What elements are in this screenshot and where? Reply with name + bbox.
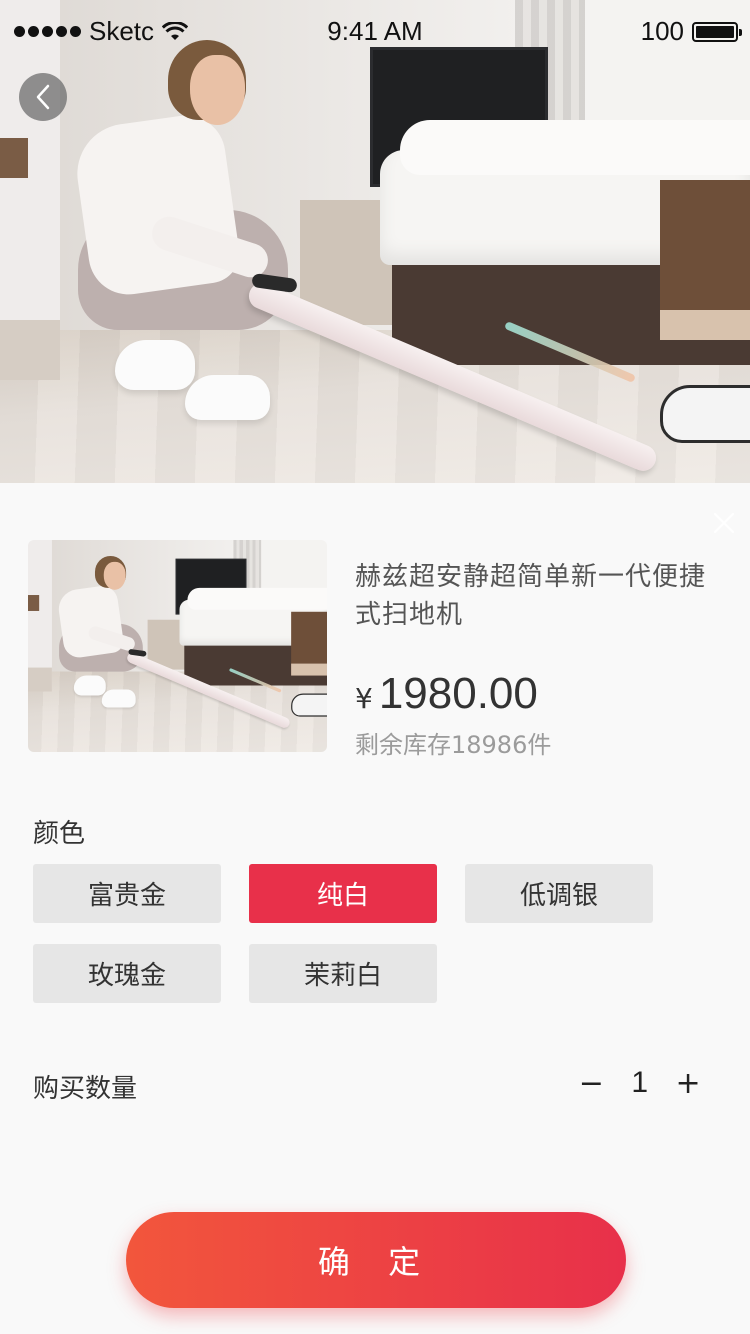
chevron-left-icon [36,84,50,110]
status-time: 9:41 AM [327,16,423,46]
color-option-jasmine-white[interactable]: 茉莉白 [249,944,437,1003]
color-option-pure-white[interactable]: 纯白 [249,864,437,923]
close-button[interactable] [712,511,736,535]
battery-percent: 100 [640,16,684,46]
stock-remaining: 剩余库存18986件 [355,731,552,759]
product-thumbnail [28,540,327,752]
increase-quantity-button[interactable]: + [675,1066,700,1101]
color-section-label: 颜色 [33,819,86,849]
currency-symbol: ¥ [355,682,373,715]
status-bar: Sketc 9:41 AM 100 [0,0,750,60]
color-option-rose-gold[interactable]: 玫瑰金 [33,944,221,1003]
close-icon [714,513,734,533]
sku-selector-sheet: 赫兹超安静超简单新一代便捷式扫地机 ¥ 1980.00 剩余库存18986件 颜… [0,483,750,1334]
color-option-rich-gold[interactable]: 富贵金 [33,864,221,923]
decrease-quantity-button[interactable]: − [579,1066,604,1101]
product-price: ¥ 1980.00 [355,669,538,719]
quantity-stepper: − 1 + [579,1066,701,1101]
color-option-silver[interactable]: 低调银 [465,864,653,923]
quantity-value: 1 [631,1066,648,1099]
product-title: 赫兹超安静超简单新一代便捷式扫地机 [355,562,707,630]
battery-icon [692,21,742,42]
quantity-label: 购买数量 [33,1074,138,1104]
back-button[interactable] [19,73,67,121]
hero-product-photo [0,0,750,483]
confirm-button[interactable]: 确 定 [126,1212,626,1308]
price-amount: 1980.00 [378,669,538,718]
